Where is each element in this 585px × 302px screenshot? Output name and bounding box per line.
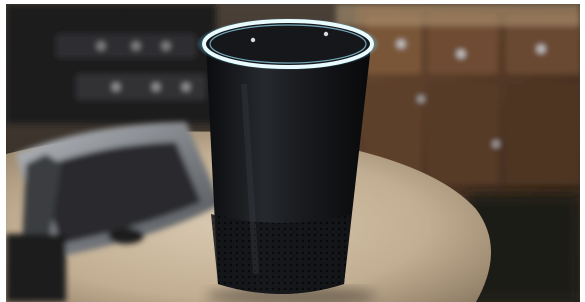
speaker-grille-icon — [211, 214, 351, 294]
light-ring-icon — [202, 19, 374, 69]
microphone-hole-icon — [250, 37, 256, 43]
microphone-hole-icon — [323, 31, 329, 37]
kitchen-scene — [6, 4, 580, 302]
stove — [6, 4, 216, 124]
photo-frame — [6, 4, 580, 302]
